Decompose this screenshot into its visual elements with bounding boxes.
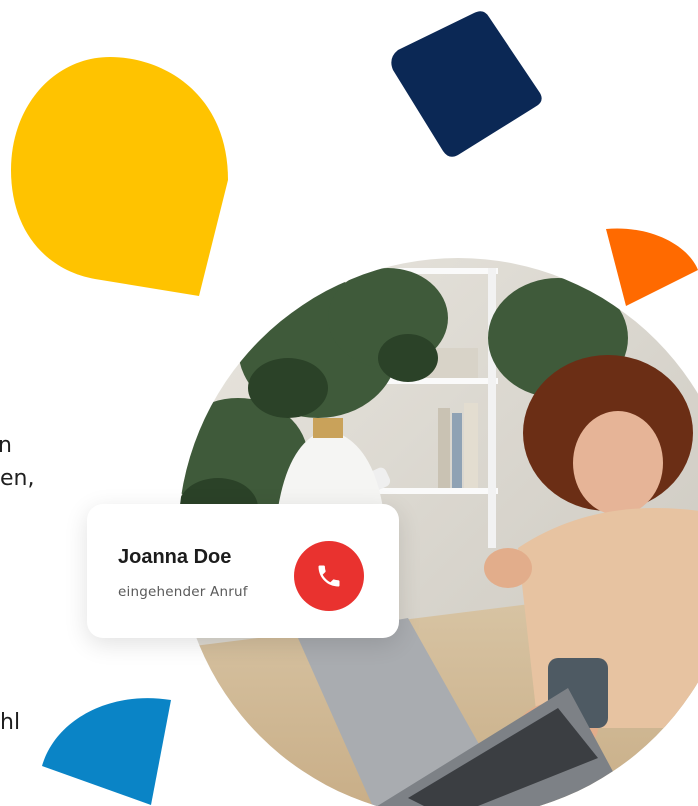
yellow-drop-shape [11, 57, 228, 296]
caller-name: Joanna Doe [118, 546, 232, 568]
call-status: eingehender Anruf [118, 584, 248, 600]
answer-call-button[interactable] [294, 541, 364, 611]
orange-quarter-shape [606, 228, 698, 306]
phone-icon [318, 565, 340, 587]
navy-square-shape [391, 11, 542, 157]
incoming-call-card: Joanna Doe eingehender Anruf [87, 504, 399, 638]
blue-quarter-shape [42, 698, 171, 805]
hero-illustration: n en, hl Joanna Doe eingehender Anruf [0, 0, 698, 806]
